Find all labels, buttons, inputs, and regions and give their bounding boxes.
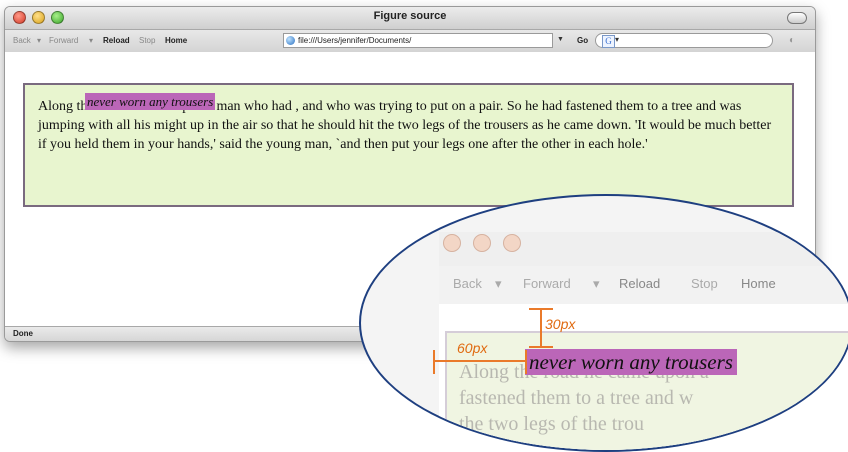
zoom-close-button <box>443 234 461 252</box>
measure-line-vertical <box>540 308 542 348</box>
chevron-down-icon: ▾ <box>615 35 620 44</box>
zoom-window-controls <box>443 234 521 252</box>
zoom-zoom-button <box>503 234 521 252</box>
url-dropdown-icon[interactable]: ▼ <box>557 36 564 43</box>
go-button[interactable]: Go <box>577 36 588 45</box>
zoom-stop-label: Stop <box>691 276 718 291</box>
google-search-icon: G <box>602 35 615 48</box>
title-bar: Figure source <box>5 7 815 30</box>
measure-line-horizontal <box>433 360 527 362</box>
measure-cap-left <box>433 350 435 374</box>
zoom-highlight-tag: never worn any trousers <box>525 349 737 375</box>
zoom-back-label: Back <box>453 276 482 291</box>
stop-button[interactable]: Stop <box>139 36 155 45</box>
zoom-toolbar: Back ▾ Forward ▾ Reload Stop Home <box>439 266 848 305</box>
vertical-offset-label: 30px <box>545 316 576 332</box>
reload-button[interactable]: Reload <box>103 36 130 45</box>
highlight-tag: never worn any trousers <box>85 93 216 110</box>
measure-cap-bottom <box>529 346 553 348</box>
chevron-down-icon: ▾ <box>37 36 42 45</box>
zoom-chevron-icon: ▾ <box>495 276 502 291</box>
zoom-forward-label: Forward <box>523 276 571 291</box>
search-input[interactable]: G ▾ <box>595 33 773 48</box>
figure-box: Along the road he came upon a man who ha… <box>23 83 794 207</box>
horizontal-offset-label: 60px <box>457 340 488 356</box>
forward-button[interactable]: Forward <box>49 36 78 45</box>
home-button[interactable]: Home <box>165 36 187 45</box>
chevron-down-icon: ▾ <box>89 36 94 45</box>
zoom-reload-label: Reload <box>619 276 661 291</box>
measure-cap-right <box>525 350 527 374</box>
zoom-lens: Back ▾ Forward ▾ Reload Stop Home Along … <box>359 194 848 452</box>
url-text: file:///Users/jennifer/Documents/ <box>298 36 412 45</box>
globe-icon <box>286 36 295 45</box>
zoom-text-line: the two legs of the trou <box>459 413 644 435</box>
window-title: Figure source <box>373 10 447 22</box>
browser-toolbar: Back ▾ Forward ▾ Reload Stop Home file:/… <box>5 30 815 53</box>
zoom-home-label: Home <box>741 276 776 291</box>
snapback-icon[interactable]: ◐ <box>789 35 795 46</box>
zoom-minimize-button <box>473 234 491 252</box>
zoom-chevron-icon: ▾ <box>593 276 600 291</box>
back-button[interactable]: Back <box>13 36 31 45</box>
url-input[interactable]: file:///Users/jennifer/Documents/ <box>283 33 553 48</box>
zoom-text-line: fastened them to a tree and w <box>459 387 694 409</box>
toolbar-toggle-button[interactable] <box>787 12 807 24</box>
